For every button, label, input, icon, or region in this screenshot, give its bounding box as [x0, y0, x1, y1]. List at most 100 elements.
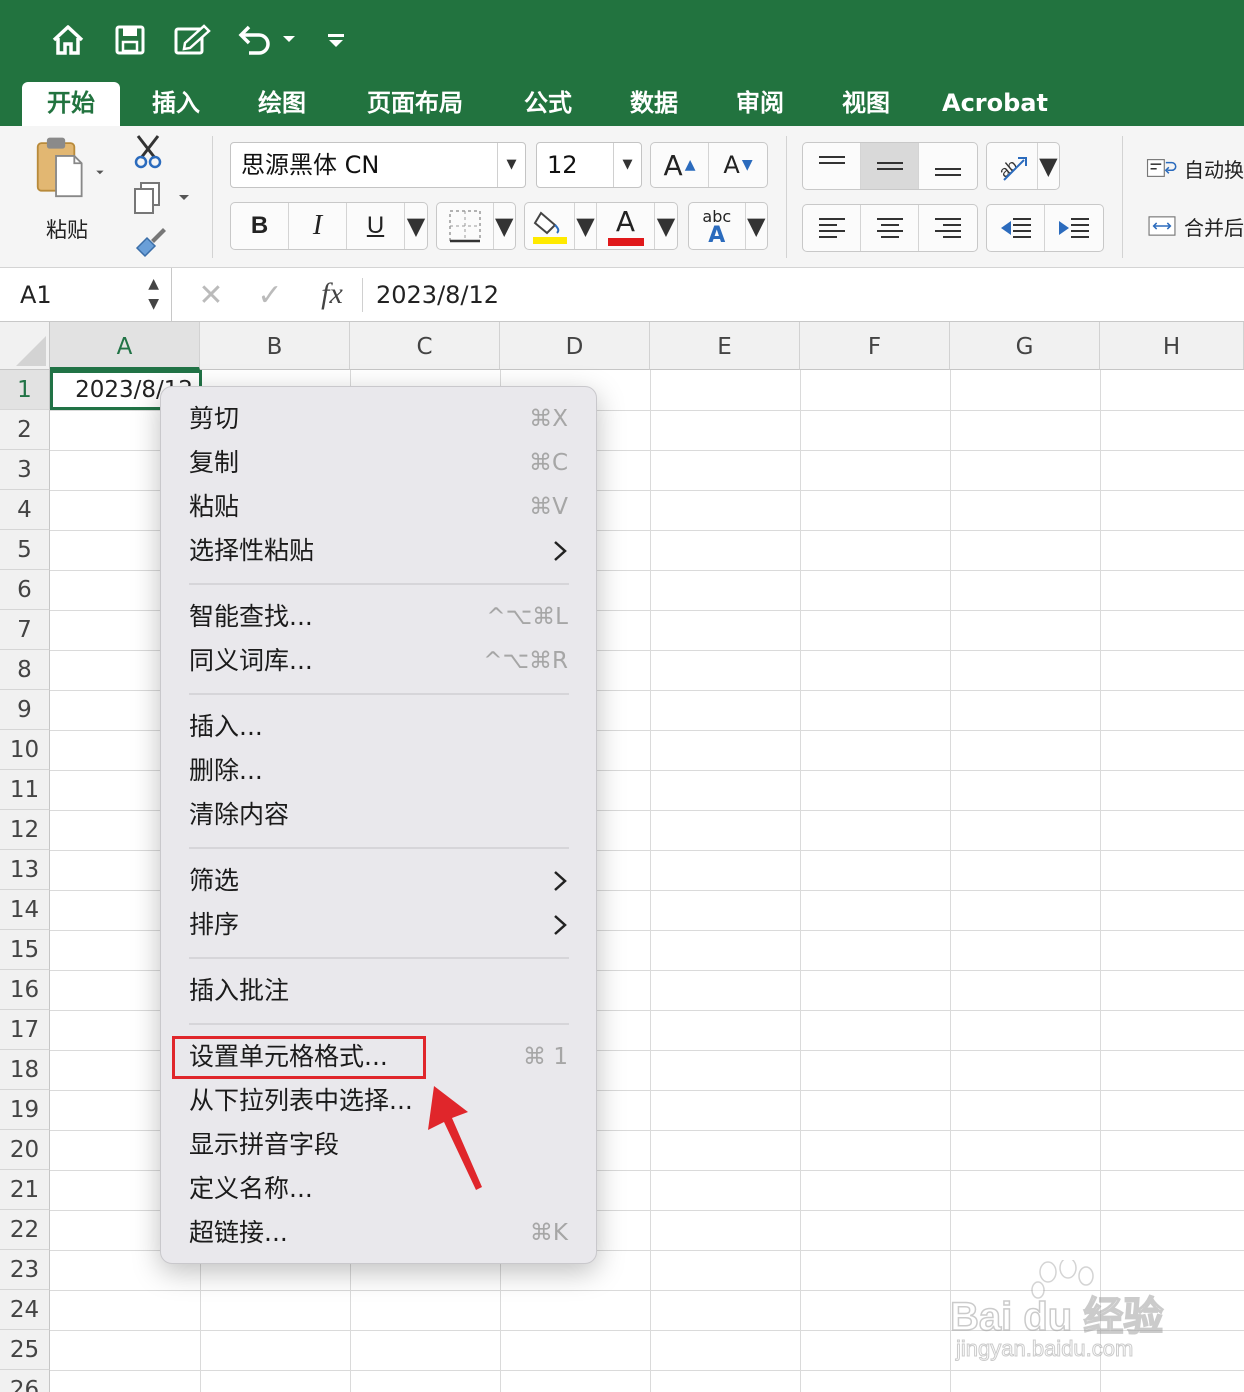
align-top-icon[interactable] [803, 143, 861, 189]
underline-button[interactable]: U [347, 203, 405, 249]
row-header-4[interactable]: 4 [0, 490, 50, 530]
row-header-3[interactable]: 3 [0, 450, 50, 490]
menu-item[interactable]: 从下拉列表中选择... [161, 1079, 596, 1123]
chevron-down-icon[interactable]: ▼ [405, 203, 427, 249]
column-header-d[interactable]: D [500, 322, 650, 370]
align-left-icon[interactable] [803, 205, 861, 251]
font-name-select[interactable]: 思源黑体 CN ▼ [230, 142, 526, 188]
cut-icon[interactable] [128, 132, 168, 172]
row-header-19[interactable]: 19 [0, 1090, 50, 1130]
menu-item[interactable]: 剪切 ⌘X [161, 397, 596, 441]
menu-item[interactable]: 同义词库... ^⌥⌘R [161, 639, 596, 683]
grow-font-button[interactable]: A ▲ [651, 143, 709, 187]
row-header-10[interactable]: 10 [0, 730, 50, 770]
tab-insert[interactable]: 插入 [136, 82, 216, 126]
menu-item[interactable]: 插入批注 [161, 969, 596, 1013]
row-header-24[interactable]: 24 [0, 1290, 50, 1330]
chevron-down-icon[interactable]: ▼ [655, 203, 677, 249]
menu-item[interactable]: 粘贴 ⌘V [161, 485, 596, 529]
menu-item[interactable]: 插入... [161, 705, 596, 749]
column-header-h[interactable]: H [1100, 322, 1244, 370]
tab-draw[interactable]: 绘图 [242, 82, 322, 126]
menu-item[interactable]: 定义名称... [161, 1167, 596, 1211]
increase-indent-icon[interactable] [1045, 205, 1103, 251]
tab-data[interactable]: 数据 [614, 82, 694, 126]
row-header-26[interactable]: 26 [0, 1370, 50, 1392]
align-right-icon[interactable] [919, 205, 977, 251]
decrease-indent-icon[interactable] [987, 205, 1045, 251]
row-header-6[interactable]: 6 [0, 570, 50, 610]
tab-page-layout[interactable]: 页面布局 [350, 82, 480, 126]
insert-function-button[interactable]: fx [312, 274, 352, 314]
row-header-17[interactable]: 17 [0, 1010, 50, 1050]
column-header-f[interactable]: F [800, 322, 950, 370]
row-header-16[interactable]: 16 [0, 970, 50, 1010]
wrap-text-button[interactable]: 自动换 [1146, 148, 1244, 188]
row-header-22[interactable]: 22 [0, 1210, 50, 1250]
align-center-icon[interactable] [861, 205, 919, 251]
fill-color-button[interactable] [525, 203, 575, 249]
menu-item[interactable]: 清除内容 [161, 793, 596, 837]
home-icon[interactable] [46, 18, 90, 62]
tab-home[interactable]: 开始 [22, 82, 120, 126]
column-header-e[interactable]: E [650, 322, 800, 370]
shrink-font-button[interactable]: A ▼ [709, 143, 767, 187]
formula-input[interactable]: 2023/8/12 [376, 268, 499, 322]
tab-formulas[interactable]: 公式 [508, 82, 588, 126]
confirm-icon[interactable]: ✓ [252, 276, 288, 314]
italic-button[interactable]: I [289, 203, 347, 249]
row-header-12[interactable]: 12 [0, 810, 50, 850]
menu-item[interactable]: 筛选 [161, 859, 596, 903]
undo-icon[interactable] [234, 18, 298, 62]
merge-center-button[interactable]: 合并后 [1146, 206, 1244, 246]
row-header-18[interactable]: 18 [0, 1050, 50, 1090]
row-header-1[interactable]: 1 [0, 370, 50, 410]
row-header-14[interactable]: 14 [0, 890, 50, 930]
customize-toolbar-icon[interactable] [320, 18, 352, 62]
row-header-25[interactable]: 25 [0, 1330, 50, 1370]
select-all-corner[interactable] [0, 322, 50, 370]
font-size-select[interactable]: 12 ▼ [536, 142, 642, 188]
bold-button[interactable]: B [231, 203, 289, 249]
row-header-21[interactable]: 21 [0, 1170, 50, 1210]
save-icon[interactable] [110, 18, 150, 62]
paste-button[interactable]: 粘贴 [22, 134, 112, 244]
row-header-11[interactable]: 11 [0, 770, 50, 810]
menu-item[interactable]: 显示拼音字段 [161, 1123, 596, 1167]
row-header-20[interactable]: 20 [0, 1130, 50, 1170]
menu-item[interactable]: 选择性粘贴 [161, 529, 596, 573]
tab-review[interactable]: 审阅 [720, 82, 800, 126]
orientation-button[interactable]: ab ▼ [986, 142, 1060, 190]
name-box[interactable]: A1 ▲ ▼ [0, 268, 172, 322]
menu-item[interactable]: 排序 [161, 903, 596, 947]
format-painter-icon[interactable] [130, 222, 170, 262]
row-header-5[interactable]: 5 [0, 530, 50, 570]
tab-acrobat[interactable]: Acrobat [934, 82, 1056, 126]
row-header-13[interactable]: 13 [0, 850, 50, 890]
row-header-15[interactable]: 15 [0, 930, 50, 970]
menu-item[interactable]: 超链接... ⌘K [161, 1211, 596, 1255]
borders-button[interactable]: ▼ [436, 202, 516, 250]
row-header-9[interactable]: 9 [0, 690, 50, 730]
edit-icon[interactable] [170, 18, 214, 62]
name-box-stepper[interactable]: ▲ ▼ [148, 274, 159, 314]
phonetic-button[interactable]: abc A ▼ [688, 202, 768, 250]
column-header-b[interactable]: B [200, 322, 350, 370]
menu-item[interactable]: 复制 ⌘C [161, 441, 596, 485]
align-middle-icon[interactable] [861, 143, 919, 189]
column-header-a[interactable]: A [50, 322, 200, 370]
font-color-button[interactable]: A [597, 203, 655, 249]
row-header-23[interactable]: 23 [0, 1250, 50, 1290]
column-header-c[interactable]: C [350, 322, 500, 370]
tab-view[interactable]: 视图 [826, 82, 906, 126]
cancel-icon[interactable]: ✕ [194, 276, 228, 314]
row-header-7[interactable]: 7 [0, 610, 50, 650]
row-header-8[interactable]: 8 [0, 650, 50, 690]
chevron-down-icon[interactable]: ▼ [575, 203, 597, 249]
menu-item[interactable]: 删除... [161, 749, 596, 793]
align-bottom-icon[interactable] [919, 143, 977, 189]
column-header-g[interactable]: G [950, 322, 1100, 370]
row-header-2[interactable]: 2 [0, 410, 50, 450]
menu-item[interactable]: 智能查找... ^⌥⌘L [161, 595, 596, 639]
copy-icon[interactable] [130, 178, 192, 218]
